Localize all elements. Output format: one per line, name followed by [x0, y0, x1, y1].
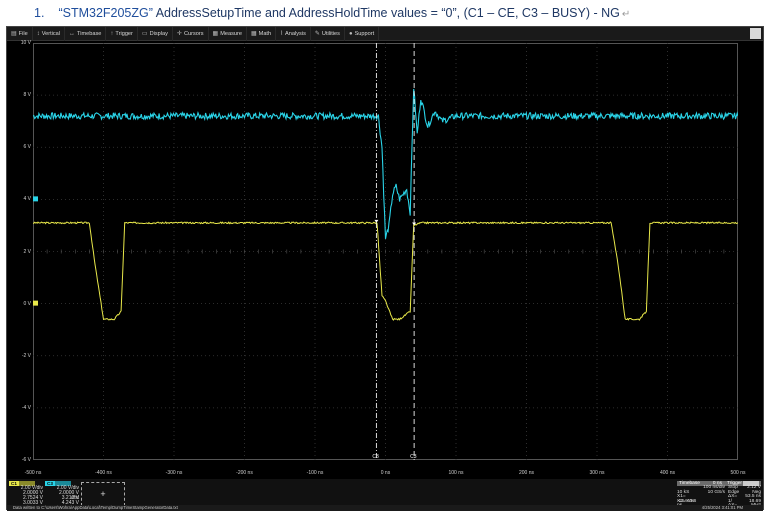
- y-tick-label: 10 V: [20, 40, 31, 46]
- cursor-label: C3: [372, 454, 379, 460]
- menu-trigger[interactable]: ↑ Trigger: [106, 26, 138, 41]
- menu-cursors-icon: ✛: [176, 31, 182, 37]
- x-tick-label: -300 ns: [165, 470, 183, 476]
- x-tick-label: 200 ns: [518, 470, 534, 476]
- menu-math-label: Math: [258, 30, 272, 37]
- x-tick-label: 300 ns: [589, 470, 605, 476]
- waveform-display[interactable]: C3 C3: [33, 43, 738, 460]
- menu-analysis-icon: ⌇: [280, 31, 284, 37]
- x-tick-label: 100 ns: [448, 470, 464, 476]
- menu-file[interactable]: ▤ File: [7, 26, 33, 41]
- y-tick-label: -2 V: [21, 352, 31, 359]
- menu-support-label: Support: [354, 30, 375, 37]
- status-message: Data written to C:\Users\Wohra\AppData\L…: [13, 505, 178, 510]
- status-bar: Data written to C:\Users\Wohra\AppData\L…: [7, 505, 763, 511]
- return-mark: ↵: [621, 9, 631, 20]
- menu-timebase-icon: ↔: [69, 30, 76, 37]
- x-tick-label: -400 ns: [95, 470, 112, 476]
- y-tick-label: 8 V: [23, 92, 31, 99]
- y-tick-label: -4 V: [21, 404, 31, 411]
- menu-support-icon: ●: [348, 30, 353, 37]
- menu-analysis-label: Analysis: [285, 30, 306, 37]
- oscilloscope-window: ▤ File ↕ Vertical ↔ Timebase ↑ Trigger ▭ Display ✛…: [6, 26, 764, 511]
- timebase-cell: 18.69 MHz: [748, 498, 761, 508]
- brand-logo: [750, 28, 761, 39]
- y-tick-label: 6 V: [23, 144, 31, 151]
- add-descriptor-button[interactable]: +: [81, 482, 125, 506]
- x-tick-label: 0 ns: [380, 470, 391, 476]
- menu-file-label: File: [18, 30, 28, 37]
- x-tick-label: -200 ns: [236, 470, 253, 476]
- y-tick-label: 4 V: [23, 196, 31, 203]
- menu-utilities-label: Utilities: [321, 30, 340, 37]
- heading-text: AddressSetupTime and AddressHoldTime val…: [152, 6, 620, 20]
- menu-measure-icon: ▦: [212, 31, 219, 37]
- menu-trigger-icon: ↑: [110, 30, 114, 37]
- menu-measure[interactable]: ▦ Measure: [209, 26, 247, 41]
- menu-vertical-icon: ↕: [36, 30, 40, 37]
- c3-descriptor[interactable]: C3 2.00 V/div 2.0000 V ofst 3.212 V 4.243 V…: [45, 481, 79, 511]
- menu-measure-label: Measure: [220, 30, 242, 37]
- menu-display[interactable]: ▭ Display: [138, 26, 173, 41]
- list-number: 1.: [34, 6, 45, 20]
- cursor-label: C3: [410, 454, 417, 460]
- timebase-row: X2= 40.6 ns 1/ΔX= 18.69 MHz: [677, 498, 761, 508]
- plus-icon: +: [100, 489, 106, 499]
- cursor-marker: [374, 219, 379, 223]
- menu-utilities[interactable]: ✎ Utilities: [311, 26, 345, 41]
- timebase-cell: [697, 500, 725, 505]
- menu-cursors[interactable]: ✛ Cursors: [173, 26, 209, 41]
- menu-math[interactable]: ▦ Math: [247, 26, 277, 41]
- menu-support[interactable]: ● Support: [345, 26, 380, 41]
- menu-cursors-label: Cursors: [183, 30, 204, 37]
- timebase-trigger-descriptor[interactable]: Timebase 0 ns Trigger 100 ns/div Stop 2.12…: [677, 481, 761, 508]
- menu-math-icon: ▦: [250, 31, 257, 37]
- c1-descriptor[interactable]: C1 2.00 V/div2.0000 V2.7524 V3.0033 VΔy2…: [9, 481, 43, 511]
- menu-timebase-label: Timebase: [77, 30, 102, 37]
- menu-trigger-label: Trigger: [115, 30, 133, 37]
- timebase-cell: 1/ΔX=: [728, 498, 737, 508]
- menu-file-icon: ▤: [11, 31, 17, 37]
- menu-analysis[interactable]: ⌇ Analysis: [276, 26, 311, 41]
- menu-timebase[interactable]: ↔ Timebase: [65, 26, 107, 41]
- menu-utilities-icon: ✎: [314, 31, 320, 37]
- menu-display-icon: ▭: [141, 31, 148, 37]
- timebase-cell: X2= 40.6 ns: [677, 498, 697, 508]
- y-tick-label: -6 V: [21, 457, 31, 463]
- waveform-plot[interactable]: C3 C3: [33, 43, 738, 460]
- menu-display-label: Display: [149, 30, 168, 37]
- y-tick-label: 0 V: [23, 300, 31, 307]
- menu-bar: ▤ File ↕ Vertical ↔ Timebase ↑ Trigger ▭ Display ✛…: [7, 26, 763, 41]
- c3-ground-marker: [33, 196, 38, 202]
- status-time: 4/25/2024 3:41:01 PM: [701, 505, 743, 510]
- heading-model: “STM32F205ZG”: [58, 6, 153, 20]
- x-tick-label: 500 ns: [730, 470, 746, 476]
- x-tick-label: -100 ns: [306, 470, 324, 476]
- menu-vertical-label: Vertical: [41, 30, 61, 37]
- x-tick-label: 400 ns: [659, 470, 675, 476]
- c1-ground-marker: [33, 300, 38, 306]
- document-heading: 1. “STM32F205ZG” AddressSetupTime and Add…: [34, 6, 774, 24]
- y-tick-label: 2 V: [23, 248, 31, 255]
- menu-vertical[interactable]: ↕ Vertical: [33, 26, 66, 41]
- x-tick-label: -500 ns: [24, 470, 42, 476]
